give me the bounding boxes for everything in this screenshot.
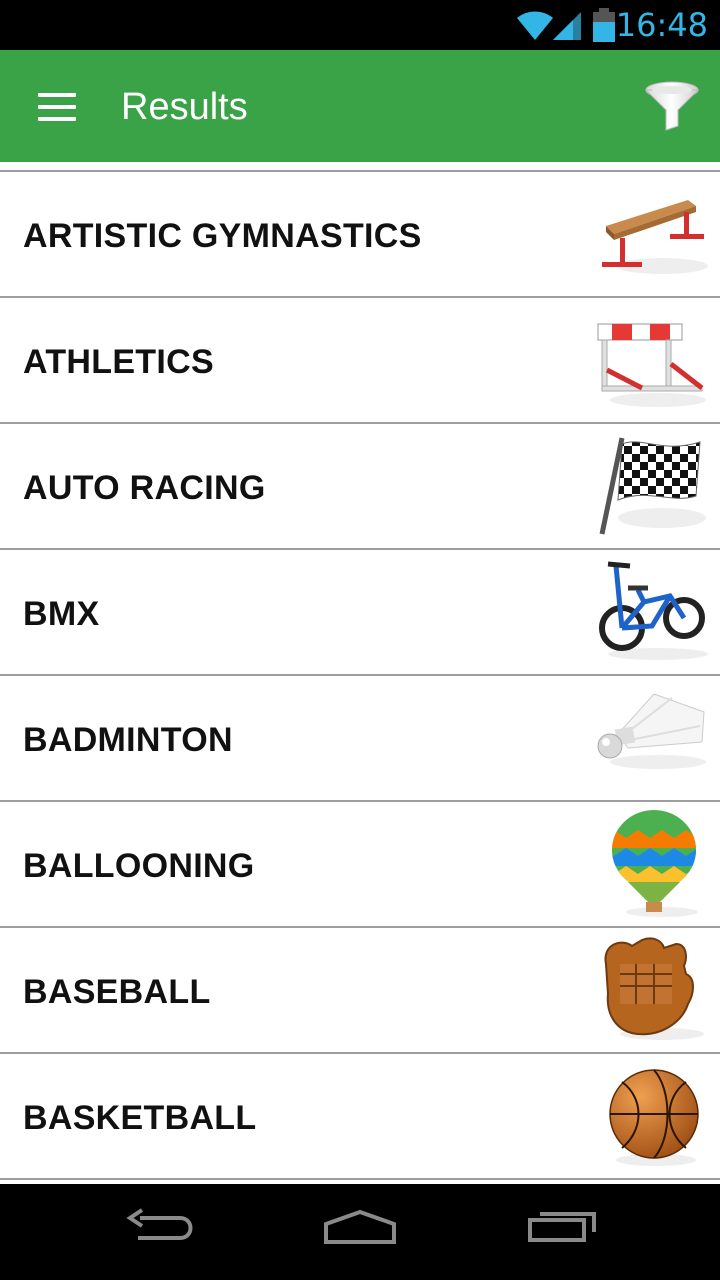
list-item[interactable]: BADMINTON [0,676,720,802]
sport-label: BASEBALL [23,973,211,1011]
list-item[interactable]: ARTISTIC GYMNASTICS [0,172,720,298]
list-item[interactable]: ATHLETICS [0,298,720,424]
status-bar: 16:48 [0,0,720,50]
recent-apps-icon[interactable] [526,1204,598,1252]
list-item[interactable]: BALLOONING [0,802,720,928]
sports-list: ARTISTIC GYMNASTICS ATHLETICS AUTO RACIN… [0,172,720,1180]
list-item[interactable]: BASKETBALL [0,1054,720,1180]
back-icon[interactable] [124,1204,196,1252]
sport-label: BASKETBALL [23,1099,257,1137]
app-bar: Results [0,50,720,162]
list-item[interactable]: BMX [0,550,720,676]
page-title: Results [121,86,248,128]
baseball-glove-icon [604,937,704,1040]
sport-label: BADMINTON [23,721,233,759]
sport-label: ATHLETICS [23,343,214,381]
shuttlecock-icon [597,693,706,769]
basketball-icon [609,1069,699,1166]
hamburger-menu-icon[interactable] [38,93,76,121]
hot-air-balloon-icon [612,810,698,917]
hurdle-icon [597,323,706,407]
clock: 16:48 [615,6,708,44]
funnel-filter-icon[interactable] [644,80,700,134]
sport-label: BALLOONING [23,847,255,885]
wifi-icon [517,11,553,40]
sport-label: AUTO RACING [23,469,266,507]
checkered-flag-icon [599,437,706,535]
balance-beam-icon [602,200,708,274]
sport-label: ARTISTIC GYMNASTICS [23,217,422,255]
list-item[interactable]: BASEBALL [0,928,720,1054]
system-nav-bar [0,1184,720,1280]
bmx-bike-icon [599,561,708,660]
sport-label: BMX [23,595,100,633]
battery-icon [593,8,615,42]
home-icon[interactable] [322,1204,398,1252]
list-item[interactable]: AUTO RACING [0,424,720,550]
cell-signal-icon [553,12,581,40]
